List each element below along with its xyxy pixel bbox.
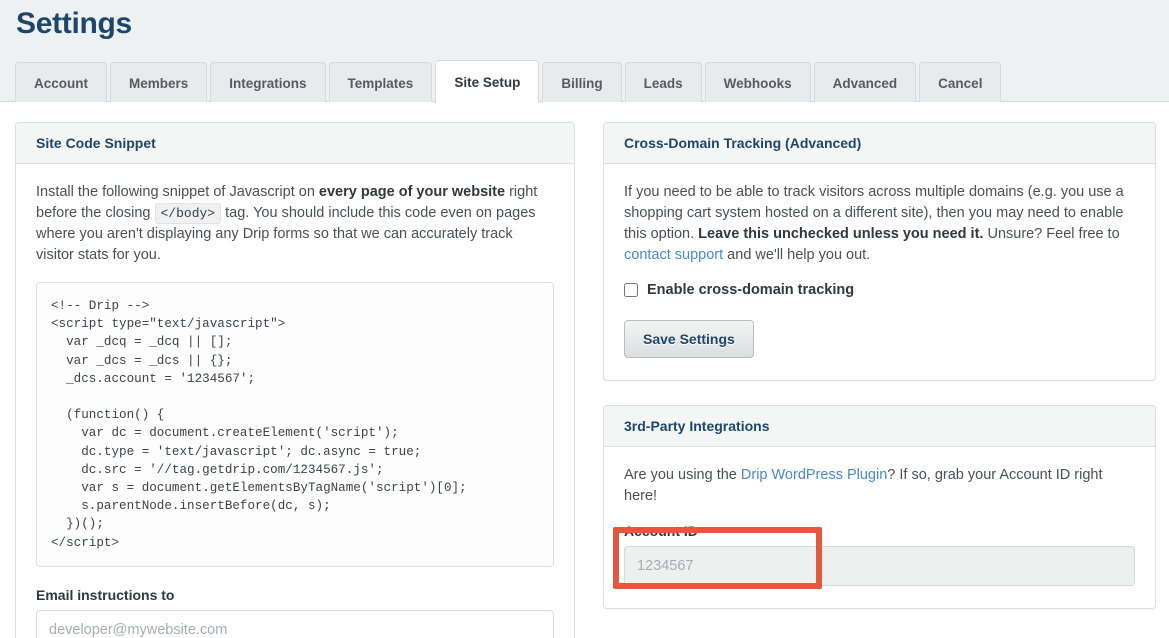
tab-leads[interactable]: Leads (624, 62, 702, 103)
left-column: Site Code Snippet Install the following … (15, 122, 575, 638)
cross-domain-description: If you need to be able to track visitors… (624, 182, 1135, 266)
save-settings-button[interactable]: Save Settings (624, 320, 754, 358)
desc-text-1: Install the following snippet of Javascr… (36, 184, 319, 200)
third-party-integrations-title: 3rd-Party Integrations (604, 406, 1155, 447)
cross-domain-tracking-panel: Cross-Domain Tracking (Advanced) If you … (603, 122, 1156, 381)
account-id-input[interactable] (624, 546, 1135, 586)
site-code-snippet-title: Site Code Snippet (16, 123, 574, 164)
third-party-description: Are you using the Drip WordPress Plugin?… (624, 465, 1135, 507)
page-title: Settings (16, 7, 132, 40)
tab-templates[interactable]: Templates (328, 62, 433, 103)
third-party-integrations-body: Are you using the Drip WordPress Plugin?… (604, 447, 1155, 608)
tab-billing[interactable]: Billing (542, 62, 622, 103)
tab-webhooks[interactable]: Webhooks (704, 62, 811, 103)
cd-text-2: Unsure? Feel free to (983, 226, 1120, 242)
tab-account[interactable]: Account (15, 62, 107, 103)
enable-cross-domain-tracking-checkbox[interactable] (624, 283, 638, 297)
account-id-label: Account ID (624, 523, 698, 539)
enable-cross-domain-tracking-row[interactable]: Enable cross-domain tracking (624, 282, 1135, 298)
settings-content: Site Code Snippet Install the following … (0, 102, 1169, 638)
settings-tab-bar: Account Members Integrations Templates S… (15, 60, 1004, 104)
right-column: Cross-Domain Tracking (Advanced) If you … (603, 122, 1156, 633)
cd-text-3: and we'll help you out. (723, 247, 871, 263)
site-code-snippet-panel: Site Code Snippet Install the following … (15, 122, 575, 638)
site-code-snippet-body: Install the following snippet of Javascr… (16, 164, 574, 638)
cross-domain-tracking-body: If you need to be able to track visitors… (604, 164, 1155, 380)
cross-domain-tracking-title: Cross-Domain Tracking (Advanced) (604, 123, 1155, 164)
third-party-integrations-panel: 3rd-Party Integrations Are you using the… (603, 405, 1156, 609)
site-code-snippet-description: Install the following snippet of Javascr… (36, 182, 554, 266)
tab-members[interactable]: Members (110, 62, 208, 103)
email-instructions-label: Email instructions to (36, 586, 175, 603)
contact-support-link[interactable]: contact support (624, 247, 723, 263)
cd-bold: Leave this unchecked unless you need it. (698, 226, 984, 242)
tab-advanced[interactable]: Advanced (813, 62, 917, 103)
email-instructions-input[interactable] (36, 609, 554, 638)
tp-text-1: Are you using the (624, 467, 741, 483)
drip-wordpress-plugin-link[interactable]: Drip WordPress Plugin (741, 467, 887, 483)
tracking-code-block[interactable]: <!-- Drip --> <script type="text/javascr… (36, 282, 554, 567)
settings-page: Settings Account Members Integrations Te… (0, 0, 1169, 638)
tab-site-setup[interactable]: Site Setup (435, 60, 540, 104)
enable-cross-domain-tracking-label[interactable]: Enable cross-domain tracking (647, 282, 854, 298)
tab-cancel[interactable]: Cancel (919, 62, 1002, 103)
body-tag-code: </body> (154, 203, 222, 224)
desc-bold: every page of your website (318, 184, 506, 200)
tab-integrations[interactable]: Integrations (210, 62, 326, 103)
header-band: Settings Account Members Integrations Te… (0, 0, 1169, 104)
